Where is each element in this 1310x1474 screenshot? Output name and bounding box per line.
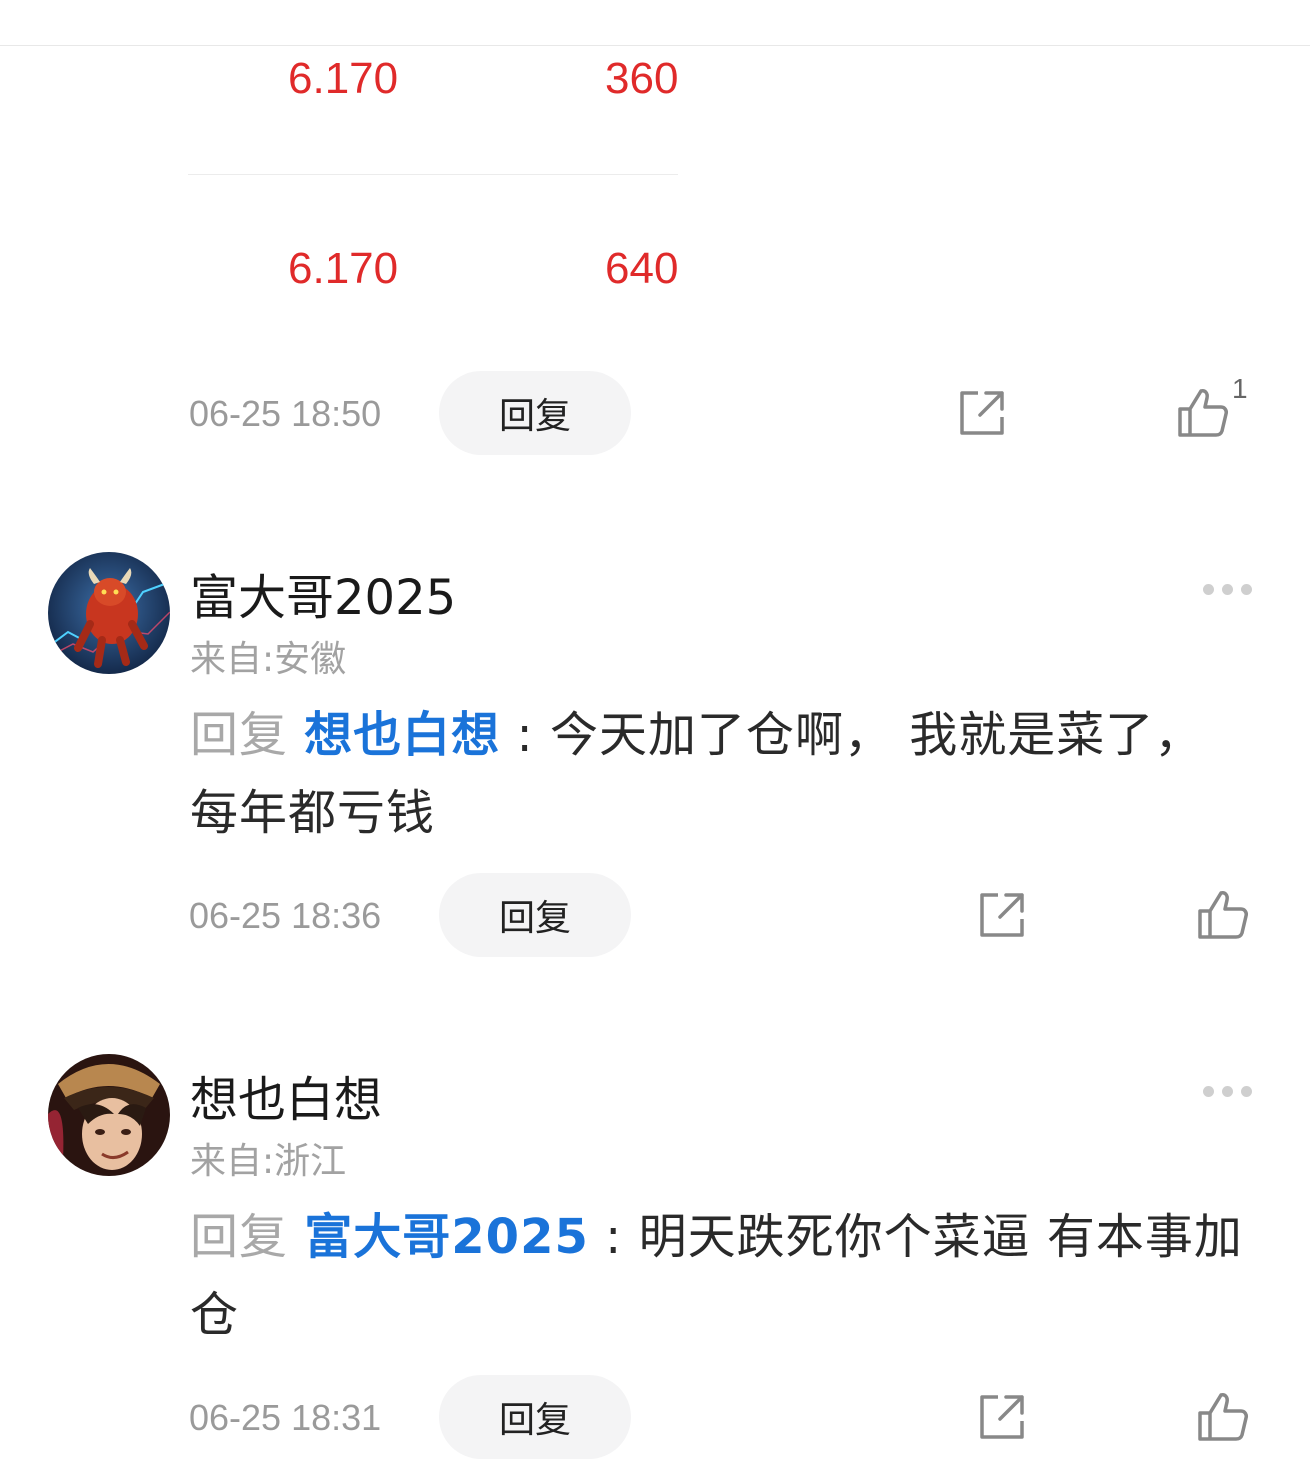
comment-footer: 06-25 18:50 回复 1	[0, 371, 1310, 455]
comment-body: 回复 富大哥2025 : 明天跌死你个菜逼 有本事加仓	[190, 1198, 1250, 1354]
username[interactable]: 富大哥2025	[190, 558, 456, 628]
comment-time: 06-25 18:31	[189, 1397, 382, 1438]
mention-link[interactable]: 想也白想	[304, 707, 500, 763]
share-icon[interactable]	[956, 387, 1008, 439]
comment-footer: 06-25 18:31 回复	[0, 1375, 1310, 1459]
volume-cell: 640	[605, 244, 678, 293]
avatar[interactable]	[48, 1054, 170, 1176]
more-dots-icon[interactable]	[1200, 579, 1258, 599]
username[interactable]: 想也白想	[190, 1060, 382, 1130]
quoted-order-table: 6.170 360 6.170 640	[188, 40, 678, 330]
comment-body: 回复 想也白想 : 今天加了仓啊， 我就是菜了，每年都亏钱	[190, 696, 1250, 852]
location: 来自:浙江	[190, 1141, 347, 1182]
avatar[interactable]	[48, 552, 170, 674]
reply-prefix: 回复	[190, 707, 289, 763]
mention-separator: :	[500, 707, 550, 763]
share-icon[interactable]	[976, 1391, 1028, 1443]
anime-avatar-image	[48, 1054, 170, 1176]
bull-avatar-image	[48, 552, 170, 674]
more-dots-icon[interactable]	[1200, 1081, 1258, 1101]
reply-prefix: 回复	[190, 1209, 289, 1265]
price-cell: 6.170	[288, 244, 399, 293]
price-cell: 6.170	[288, 54, 399, 103]
table-row: 6.170 360	[188, 54, 678, 134]
comment-time: 06-25 18:36	[189, 895, 382, 936]
mention-link[interactable]: 富大哥2025	[304, 1209, 589, 1265]
reply-button[interactable]: 回复	[439, 371, 631, 455]
comment-footer: 06-25 18:36 回复	[0, 873, 1310, 957]
location: 来自:安徽	[190, 639, 347, 680]
comment-time: 06-25 18:50	[189, 393, 382, 434]
mention-separator: :	[588, 1209, 639, 1265]
table-divider	[188, 174, 678, 175]
table-row: 6.170 640	[188, 244, 678, 324]
share-icon[interactable]	[976, 889, 1028, 941]
like-count: 1	[1232, 373, 1248, 404]
thumbs-up-icon[interactable]	[1194, 1389, 1250, 1445]
thumbs-up-icon[interactable]	[1194, 887, 1250, 943]
reply-button[interactable]: 回复	[439, 1375, 631, 1459]
volume-cell: 360	[605, 54, 678, 103]
reply-button[interactable]: 回复	[439, 873, 631, 957]
thumbs-up-icon[interactable]	[1174, 385, 1230, 441]
